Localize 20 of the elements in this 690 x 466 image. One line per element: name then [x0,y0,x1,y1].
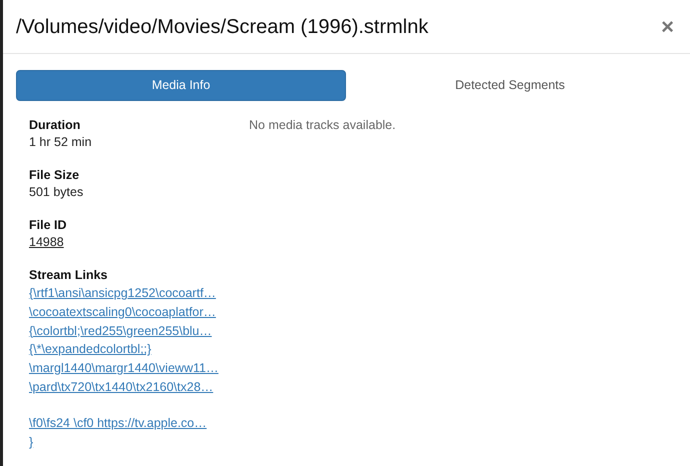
tab[interactable]: Media Info [16,70,346,101]
field-label: File Size [29,167,80,184]
stream-link[interactable]: \f0\fs24 \cf0 https://tv.apple.co… [29,416,207,430]
field-label: Duration [29,117,82,134]
stream-link[interactable]: {\*\expandedcolortbl;;} [29,342,152,356]
field-label: File ID [29,217,68,234]
stream-link[interactable]: {\colortbl;\red255\green255\blu… [29,324,212,338]
field-value: 1 hr 52 min [29,134,93,151]
file-id-link[interactable]: 14988 [29,235,64,249]
stream-link[interactable]: \margl1440\margr1440\vieww11… [29,361,218,375]
stream-link[interactable]: } [29,434,34,449]
empty-message: No media tracks available. [249,117,396,134]
close-button[interactable]: × [657,16,678,38]
stream-link[interactable]: \cocoatextscaling0\cocoaplatfor… [29,304,216,319]
field-label: Stream Links [29,267,109,284]
stream-link[interactable]: {\rtf1\ansi\ansicpg1252\cocoartf… [29,286,216,300]
dialog-title: /Volumes/video/Movies/Scream (1996).strmlnk [16,14,428,38]
stream-link[interactable]: \pard\tx720\tx1440\tx2160\tx28… [29,380,214,394]
tab[interactable]: Detected Segments [346,70,674,101]
field-value: 501 bytes [29,184,84,201]
